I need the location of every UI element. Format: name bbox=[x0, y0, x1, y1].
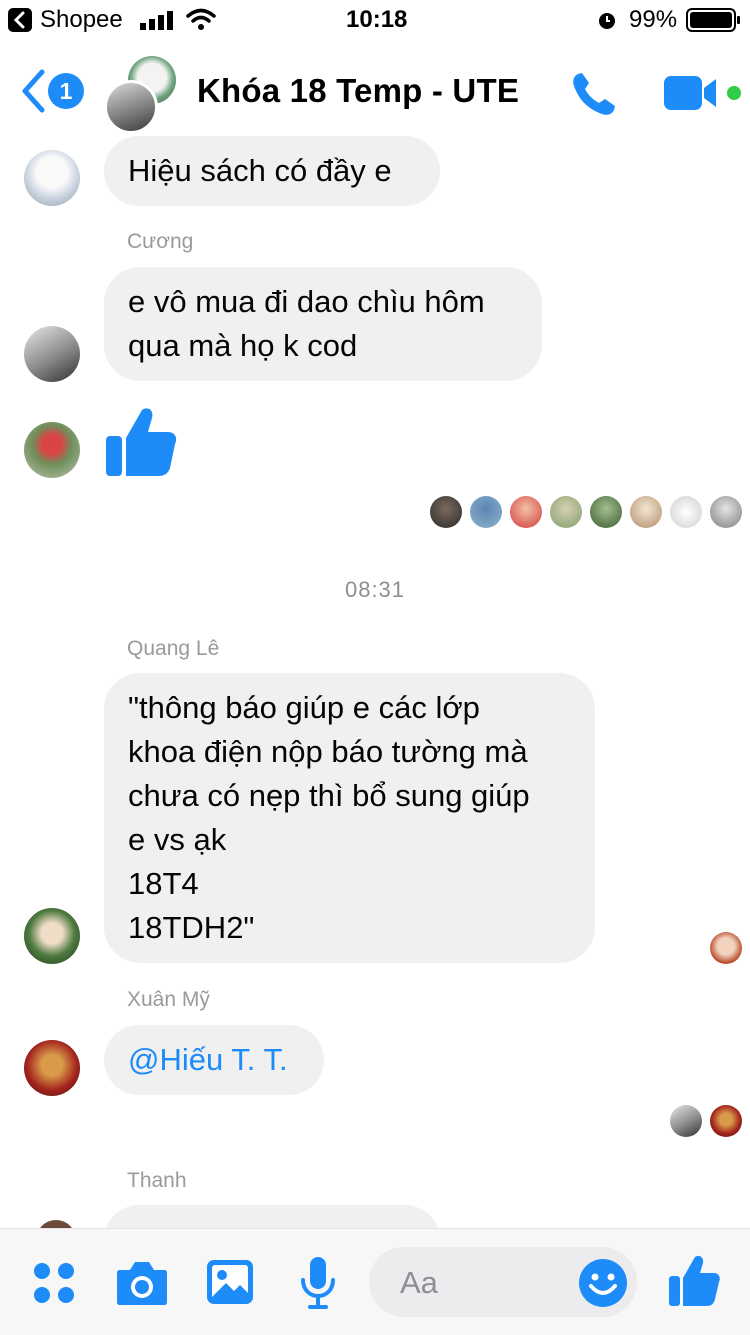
read-receipt-avatar bbox=[470, 496, 502, 528]
thumbs-up-send-icon[interactable] bbox=[668, 1253, 720, 1307]
back-to-app-icon[interactable] bbox=[8, 8, 32, 32]
read-receipt-avatar bbox=[550, 496, 582, 528]
back-chevron-icon[interactable] bbox=[18, 68, 48, 114]
battery-icon bbox=[686, 8, 740, 32]
message-bubble[interactable]: Hiệu sách có đầy e bbox=[104, 136, 440, 206]
sender-name: Cương bbox=[127, 230, 194, 253]
avatar[interactable] bbox=[24, 422, 80, 478]
read-receipt-avatar bbox=[670, 496, 702, 528]
avatar[interactable] bbox=[24, 150, 80, 206]
unread-badge[interactable]: 1 bbox=[48, 73, 84, 109]
mention-bubble[interactable]: @Hiếu T. T. bbox=[104, 1025, 324, 1095]
battery-percent: 99% bbox=[629, 6, 678, 33]
message-bubble[interactable]: e vô mua đi dao chìu hôm qua mà họ k cod bbox=[104, 267, 542, 381]
phone-icon[interactable] bbox=[570, 70, 618, 118]
message-bubble[interactable]: "thông báo giúp e các lớp khoa điện nộp … bbox=[104, 673, 595, 963]
message-timestamp: 08:31 bbox=[344, 577, 406, 602]
sender-name: Xuân Mỹ bbox=[127, 988, 210, 1011]
avatar[interactable] bbox=[24, 1040, 80, 1096]
wifi-icon bbox=[186, 8, 216, 30]
image-icon[interactable] bbox=[206, 1259, 254, 1305]
emoji-icon[interactable] bbox=[578, 1258, 628, 1308]
read-receipt-avatar bbox=[710, 1105, 742, 1137]
read-receipt-avatar bbox=[590, 496, 622, 528]
read-receipt-avatar bbox=[670, 1105, 702, 1137]
read-receipt-avatar bbox=[510, 496, 542, 528]
video-icon[interactable] bbox=[662, 73, 720, 113]
group-avatar-2[interactable] bbox=[104, 80, 158, 134]
sender-name: Thanh bbox=[127, 1169, 187, 1192]
microphone-icon[interactable] bbox=[300, 1256, 336, 1310]
alarm-icon bbox=[599, 13, 615, 29]
message-input-placeholder: Aa bbox=[400, 1265, 438, 1300]
chat-title[interactable]: Khóa 18 Temp - UTE bbox=[197, 72, 519, 110]
online-dot bbox=[727, 86, 741, 100]
read-receipt-avatar bbox=[710, 932, 742, 964]
sender-name: Quang Lê bbox=[127, 637, 220, 660]
status-bar: Shopee 10:18 99% bbox=[0, 0, 750, 40]
avatar[interactable] bbox=[24, 908, 80, 964]
signal-icon bbox=[140, 11, 173, 30]
avatar[interactable] bbox=[24, 326, 80, 382]
carrier-label: Shopee bbox=[40, 6, 123, 33]
read-receipt-avatar bbox=[430, 496, 462, 528]
thumbs-up-icon[interactable] bbox=[104, 404, 178, 478]
apps-icon[interactable] bbox=[33, 1262, 75, 1304]
clock: 10:18 bbox=[346, 6, 408, 33]
read-receipt-avatar bbox=[710, 496, 742, 528]
read-receipt-avatar bbox=[630, 496, 662, 528]
camera-icon[interactable] bbox=[116, 1258, 168, 1306]
